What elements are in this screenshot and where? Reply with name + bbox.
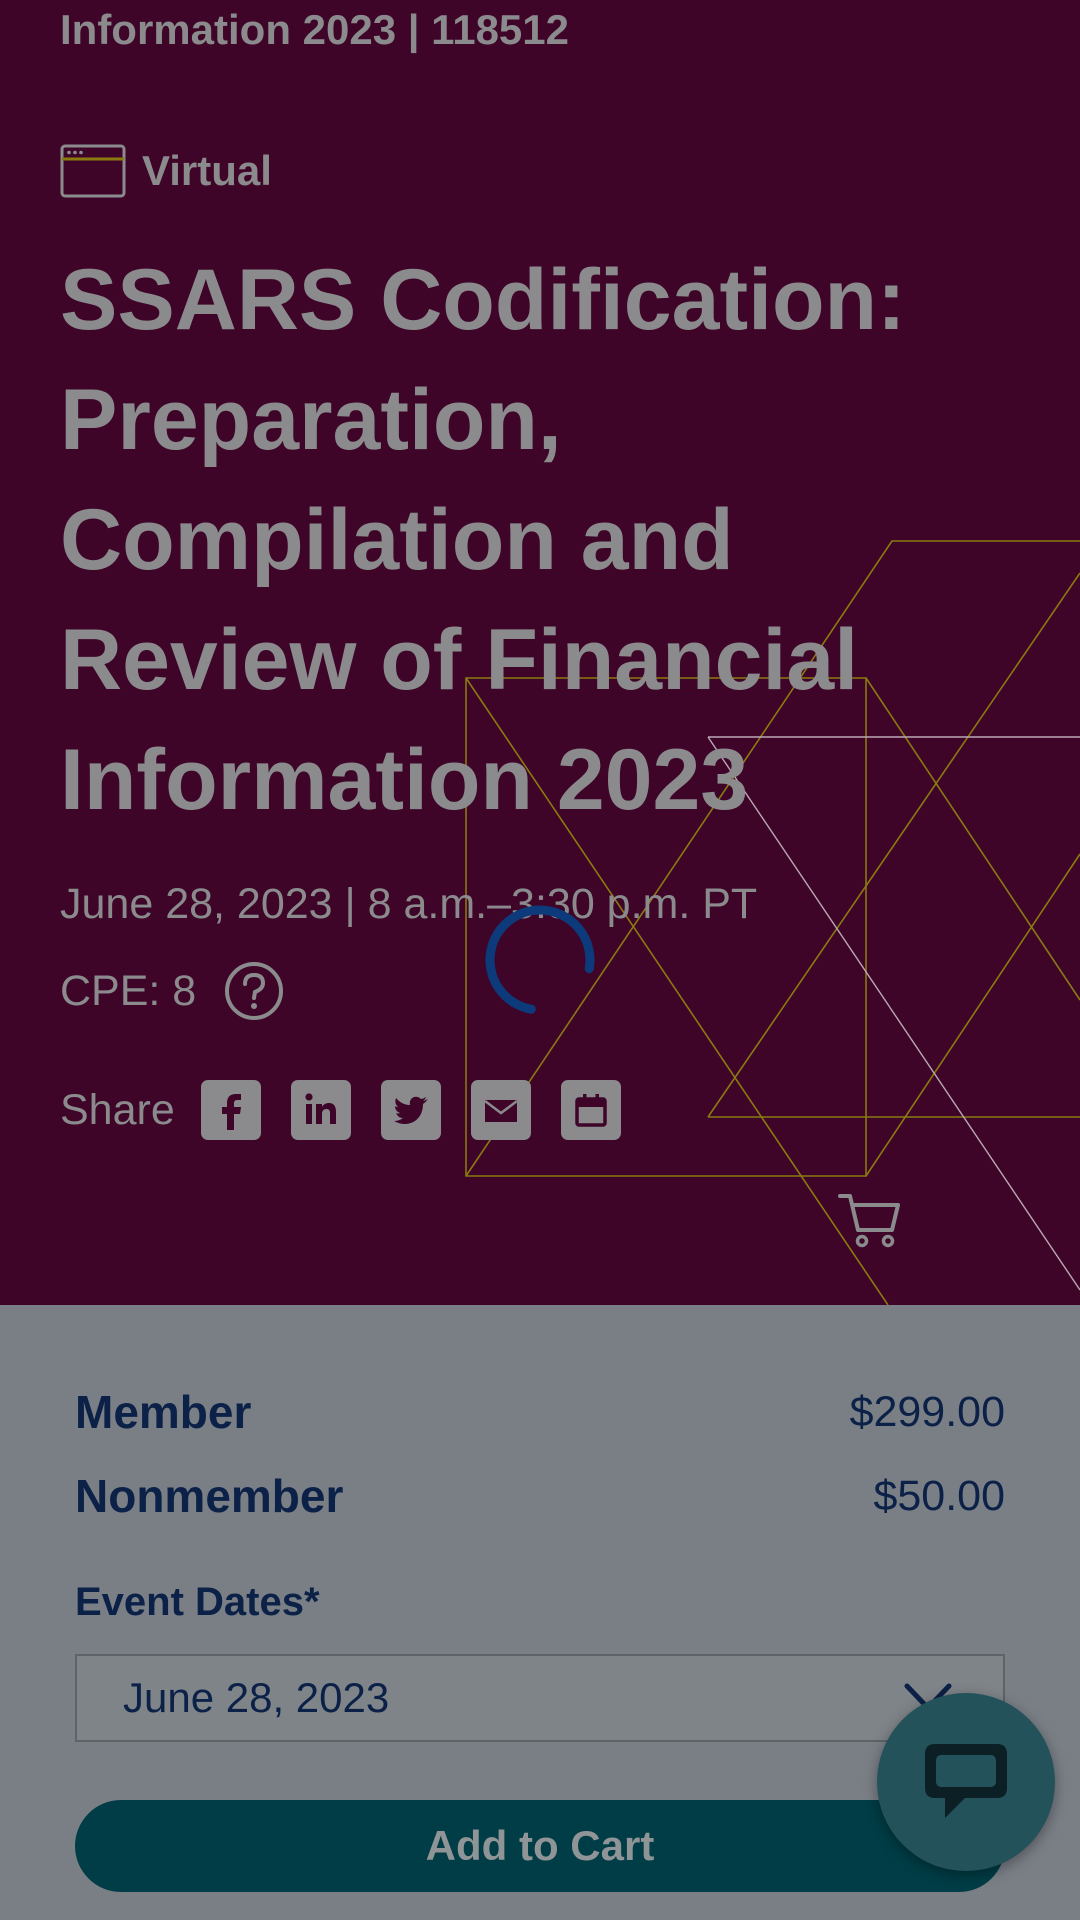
event-hero: Information 2023 | 118512 Virtual SSARS … (0, 0, 1080, 1305)
cart-icon[interactable] (838, 1190, 902, 1250)
cpe-text: CPE: 8 (60, 966, 197, 1015)
share-label: Share (60, 1085, 175, 1134)
calendar-icon (575, 1094, 607, 1127)
event-dates-label: Event Dates* (75, 1580, 320, 1624)
share-linkedin-button[interactable] (290, 1080, 351, 1140)
email-icon (484, 1100, 518, 1122)
selected-event-date: June 28, 2023 (123, 1674, 390, 1721)
add-to-cart-button[interactable]: Add to Cart (75, 1800, 1005, 1892)
member-price-row: Member $299.00 (75, 1385, 1005, 1439)
member-price: $299.00 (849, 1387, 1005, 1436)
event-date-time: June 28, 2023 | 8 a.m.–3:30 p.m. PT (60, 880, 758, 928)
linkedin-icon (305, 1093, 336, 1124)
format-indicator: Virtual (60, 144, 272, 198)
share-facebook-button[interactable] (200, 1080, 261, 1140)
help-icon[interactable] (224, 961, 284, 1021)
chat-bubble-icon (925, 1744, 1007, 1818)
add-to-calendar-button[interactable] (560, 1080, 621, 1140)
event-date-select[interactable]: June 28, 2023 (75, 1654, 1005, 1742)
live-chat-button[interactable] (877, 1693, 1055, 1871)
browser-window-icon (60, 144, 126, 198)
nonmember-price: $50.00 (873, 1471, 1005, 1520)
share-twitter-button[interactable] (380, 1080, 441, 1140)
cpe-credits: CPE: 8 (60, 960, 284, 1022)
twitter-icon (393, 1096, 428, 1124)
event-title: SSARS Codification: Preparation, Compila… (60, 252, 906, 828)
format-label: Virtual (142, 147, 272, 194)
share-bar: Share (60, 1080, 651, 1140)
facebook-icon (221, 1094, 241, 1130)
share-email-button[interactable] (470, 1080, 531, 1140)
member-label: Member (75, 1386, 252, 1438)
loading-spinner (485, 905, 595, 1014)
nonmember-label: Nonmember (75, 1470, 344, 1522)
header-title: Information 2023 | 118512 (60, 6, 570, 53)
nonmember-price-row: Nonmember $50.00 (75, 1469, 1005, 1523)
